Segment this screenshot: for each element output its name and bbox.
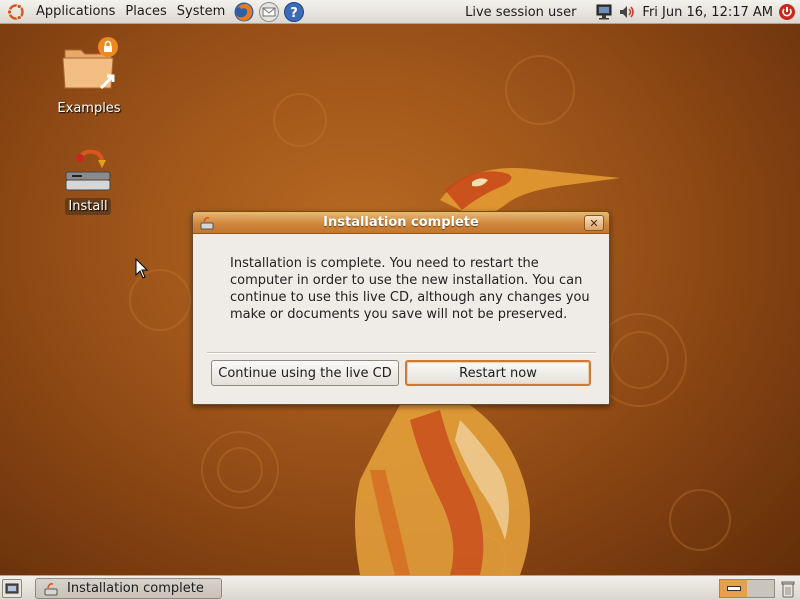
workspace-switcher[interactable] bbox=[719, 579, 775, 598]
dialog-message: Installation is complete. You need to re… bbox=[230, 256, 590, 322]
workspace-2[interactable] bbox=[747, 580, 774, 597]
continue-live-cd-button[interactable]: Continue using the live CD bbox=[211, 360, 399, 386]
close-icon: ✕ bbox=[589, 216, 599, 230]
help-icon[interactable]: ? bbox=[283, 1, 305, 23]
bottom-panel: Installation complete bbox=[0, 575, 800, 600]
desktop-icon-examples[interactable]: Examples bbox=[49, 36, 129, 117]
svg-text:?: ? bbox=[290, 6, 298, 21]
menu-system[interactable]: System bbox=[172, 0, 230, 24]
network-icon[interactable] bbox=[594, 2, 614, 22]
desktop-icon-label: Install bbox=[65, 198, 111, 215]
firefox-icon[interactable] bbox=[233, 1, 255, 23]
show-desktop-button[interactable] bbox=[2, 579, 22, 598]
dialog-title: Installation complete bbox=[323, 215, 479, 230]
taskbar-item-installation-complete[interactable]: Installation complete bbox=[35, 578, 222, 599]
mail-icon[interactable] bbox=[258, 1, 280, 23]
session-user-label[interactable]: Live session user bbox=[465, 5, 576, 20]
desktop-icon-label: Examples bbox=[57, 101, 121, 116]
clock[interactable]: Fri Jun 16, 12:17 AM bbox=[642, 5, 773, 20]
trash-icon[interactable] bbox=[779, 579, 797, 598]
folder-icon bbox=[62, 37, 118, 90]
show-desktop-icon bbox=[5, 583, 19, 593]
panel-tray: Live session user Fri Jun 16, 12:17 AM bbox=[465, 0, 800, 24]
power-icon[interactable] bbox=[777, 2, 797, 22]
menu-applications[interactable]: Applications bbox=[31, 0, 120, 24]
close-button[interactable]: ✕ bbox=[584, 215, 604, 231]
dialog-titlebar[interactable]: Installation complete ✕ bbox=[193, 212, 609, 234]
volume-icon[interactable] bbox=[617, 2, 637, 22]
installation-complete-dialog: Installation complete ✕ Installation is … bbox=[192, 211, 610, 405]
taskbar-item-label: Installation complete bbox=[67, 581, 204, 596]
install-icon bbox=[44, 582, 58, 595]
ubuntu-logo-icon[interactable] bbox=[5, 1, 27, 23]
menu-places[interactable]: Places bbox=[120, 0, 171, 24]
desktop-icon-install[interactable]: Install bbox=[48, 146, 128, 215]
install-icon bbox=[65, 149, 111, 191]
workspace-1[interactable] bbox=[720, 580, 747, 597]
restart-now-button[interactable]: Restart now bbox=[405, 360, 591, 386]
top-panel: Applications Places System ? Live sessio… bbox=[0, 0, 800, 24]
mouse-cursor-icon bbox=[135, 258, 149, 279]
dialog-separator bbox=[207, 352, 596, 354]
install-icon bbox=[200, 217, 214, 230]
